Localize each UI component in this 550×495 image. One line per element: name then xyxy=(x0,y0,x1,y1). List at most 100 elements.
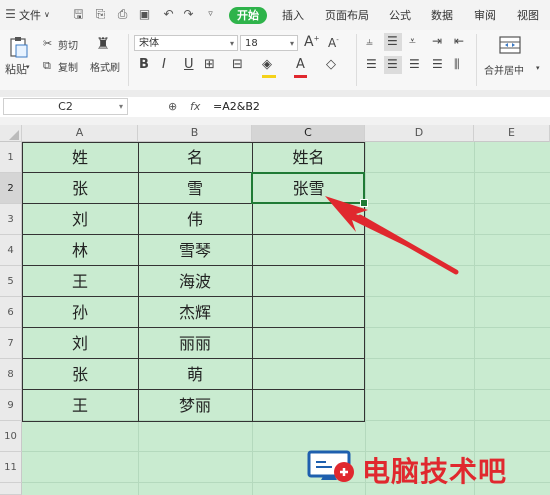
distribute-icon[interactable]: ⫼ xyxy=(454,57,460,72)
tab-page-layout[interactable]: 页面布局 xyxy=(325,7,369,23)
tab-insert[interactable]: 插入 xyxy=(282,7,304,23)
tab-view[interactable]: 视图 xyxy=(517,7,539,23)
row-header-5[interactable]: 5 xyxy=(0,266,22,297)
outdent-icon[interactable]: ⇤ xyxy=(454,34,464,48)
cut-button[interactable]: 剪切 xyxy=(58,37,78,52)
menu-icon[interactable]: ☰ xyxy=(4,8,17,21)
column-header-c[interactable]: C xyxy=(252,125,365,142)
toolbar-separator xyxy=(476,34,477,86)
indent-icon[interactable]: ⇥ xyxy=(432,34,442,48)
cell-a5[interactable]: 王 xyxy=(22,266,138,297)
zoom-search-icon[interactable]: ⊕ xyxy=(168,100,177,113)
align-bottom-icon[interactable]: ⩡ xyxy=(409,34,416,49)
cell-a4[interactable]: 林 xyxy=(22,235,138,266)
formula-input[interactable]: =A2&B2 xyxy=(213,100,260,113)
cell-b6[interactable]: 杰辉 xyxy=(138,297,252,328)
paste-label: 粘贴 xyxy=(5,63,27,76)
justify-icon[interactable]: ☰ xyxy=(432,57,443,71)
row-header-7[interactable]: 7 xyxy=(0,328,22,359)
fill-handle[interactable] xyxy=(360,199,368,207)
row-header-1[interactable]: 1 xyxy=(0,142,22,173)
merge-dropdown-icon[interactable]: ▾ xyxy=(536,64,540,72)
row-header-9[interactable]: 9 xyxy=(0,390,22,421)
row-header-2[interactable]: 2 xyxy=(0,173,22,204)
print-icon[interactable]: ⎙ xyxy=(116,8,129,21)
row-header-3[interactable]: 3 xyxy=(0,204,22,235)
cell-c9[interactable] xyxy=(252,390,365,421)
cell-a3[interactable]: 刘 xyxy=(22,204,138,235)
format-painter-button[interactable]: 格式刷 xyxy=(90,59,120,74)
font-color-icon[interactable]: A xyxy=(296,57,305,72)
file-dropdown-icon[interactable]: ∨ xyxy=(44,10,50,19)
decrease-font-icon[interactable]: A- xyxy=(328,36,339,50)
cell-c4[interactable] xyxy=(252,235,365,266)
row-header-12[interactable] xyxy=(0,483,22,495)
watermark: 电脑技术吧 xyxy=(306,448,546,488)
cell-style-icon[interactable]: ⊟ xyxy=(232,57,243,72)
column-header-a[interactable]: A xyxy=(22,125,138,142)
italic-button[interactable]: I xyxy=(162,57,166,72)
row-header-4[interactable]: 4 xyxy=(0,235,22,266)
font-size-select[interactable]: 18 ▾ xyxy=(240,35,298,51)
align-middle-icon[interactable]: ☰ xyxy=(384,33,402,51)
cell-b8[interactable]: 萌 xyxy=(138,359,252,390)
align-center-icon[interactable]: ☰ xyxy=(384,56,402,74)
cell-c5[interactable] xyxy=(252,266,365,297)
clear-format-icon[interactable]: ◇ xyxy=(326,57,336,72)
fill-color-icon[interactable]: ◈ xyxy=(262,57,272,72)
border-icon[interactable]: ⊞ xyxy=(204,57,215,72)
row-header-10[interactable]: 10 xyxy=(0,421,22,452)
cell-b7[interactable]: 丽丽 xyxy=(138,328,252,359)
font-name-select[interactable]: 宋体 ▾ xyxy=(134,35,238,51)
cell-b4[interactable]: 雪琴 xyxy=(138,235,252,266)
cell-b1[interactable]: 名 xyxy=(138,142,252,173)
paste-button[interactable]: 粘贴 ▾ xyxy=(4,34,34,84)
cell-a1[interactable]: 姓 xyxy=(22,142,138,173)
row-header-8[interactable]: 8 xyxy=(0,359,22,390)
tab-data[interactable]: 数据 xyxy=(431,7,453,23)
export-icon[interactable]: ⎘ xyxy=(94,8,107,21)
merge-center-button[interactable]: 合并居中 ▾ xyxy=(482,34,548,84)
cell-c1[interactable]: 姓名 xyxy=(252,142,365,173)
file-menu[interactable]: 文件 xyxy=(19,7,41,23)
align-right-icon[interactable]: ☰ xyxy=(409,57,420,71)
increase-font-icon[interactable]: A+ xyxy=(304,34,319,50)
cell-b3[interactable]: 伟 xyxy=(138,204,252,235)
row-header-11[interactable]: 11 xyxy=(0,452,22,483)
cell-c6[interactable] xyxy=(252,297,365,328)
select-all-corner[interactable] xyxy=(0,125,22,142)
cell-c7[interactable] xyxy=(252,328,365,359)
column-header-d[interactable]: D xyxy=(365,125,474,142)
cell-a7[interactable]: 刘 xyxy=(22,328,138,359)
fx-button[interactable]: fx xyxy=(190,100,200,113)
paste-dropdown-icon[interactable]: ▾ xyxy=(26,63,30,71)
name-box[interactable]: C2 ▾ xyxy=(3,98,128,115)
bold-button[interactable]: B xyxy=(139,57,149,72)
align-top-icon[interactable]: ⫨ xyxy=(366,34,373,49)
column-header-b[interactable]: B xyxy=(138,125,252,142)
copy-button[interactable]: 复制 xyxy=(58,59,78,74)
underline-button[interactable]: U xyxy=(184,57,194,72)
redo-icon[interactable]: ↷ xyxy=(182,8,195,21)
align-left-icon[interactable]: ☰ xyxy=(366,57,377,71)
column-header-e[interactable]: E xyxy=(474,125,550,142)
cell-b9[interactable]: 梦丽 xyxy=(138,390,252,421)
cell-c3[interactable] xyxy=(252,204,365,235)
cell-b2[interactable]: 雪 xyxy=(138,173,252,204)
tab-review[interactable]: 审阅 xyxy=(474,7,496,23)
tab-home[interactable]: 开始 xyxy=(229,7,267,24)
font-color-swatch xyxy=(294,75,307,78)
cell-b5[interactable]: 海波 xyxy=(138,266,252,297)
cell-a2[interactable]: 张 xyxy=(22,173,138,204)
row-header-6[interactable]: 6 xyxy=(0,297,22,328)
cell-a8[interactable]: 张 xyxy=(22,359,138,390)
cell-c8[interactable] xyxy=(252,359,365,390)
customize-icon[interactable]: ▿ xyxy=(204,8,217,21)
cell-a6[interactable]: 孙 xyxy=(22,297,138,328)
tab-formulas[interactable]: 公式 xyxy=(389,7,411,23)
save-icon[interactable]: 🖫 xyxy=(72,8,85,21)
copy-icon: ⧉ xyxy=(43,59,51,72)
cell-a9[interactable]: 王 xyxy=(22,390,138,421)
undo-icon[interactable]: ↶ xyxy=(162,8,175,21)
preview-icon[interactable]: ▣ xyxy=(138,8,151,21)
